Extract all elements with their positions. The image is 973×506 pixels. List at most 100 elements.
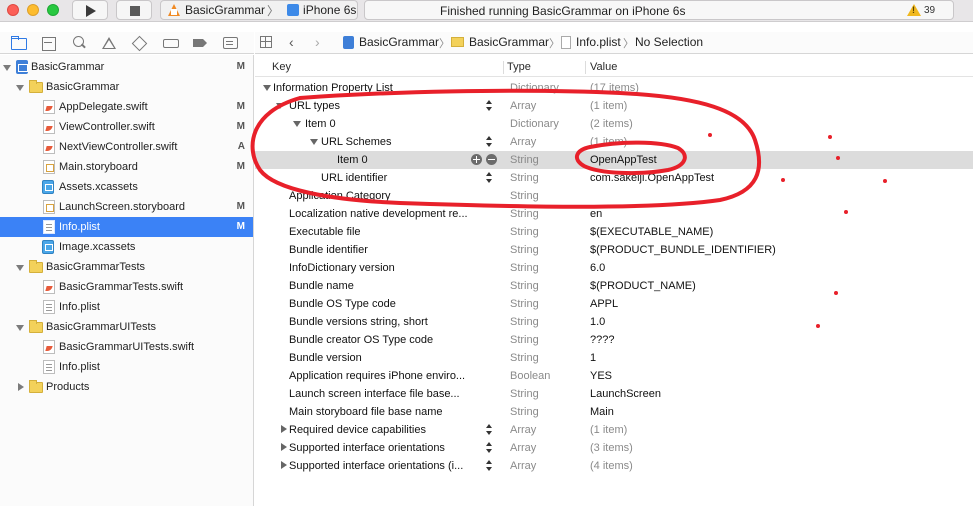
- folder-icon: [29, 380, 43, 393]
- nav-item-file[interactable]: Info.plist: [0, 297, 253, 317]
- type-stepper[interactable]: [486, 135, 492, 149]
- plist-row[interactable]: Bundle version String 1: [255, 349, 973, 367]
- nav-item-project[interactable]: BasicGrammar M: [0, 57, 253, 77]
- column-header-value[interactable]: Value: [590, 61, 617, 73]
- issue-navigator-icon[interactable]: [101, 35, 117, 51]
- column-divider[interactable]: [503, 61, 504, 74]
- column-header-key[interactable]: Key: [272, 61, 291, 73]
- column-divider[interactable]: [585, 61, 586, 74]
- assets-icon: [42, 240, 54, 254]
- nav-item-file[interactable]: Info.plist: [0, 357, 253, 377]
- close-window-button[interactable]: [7, 4, 19, 16]
- add-row-icon[interactable]: [471, 154, 482, 165]
- disclosure-closed-icon[interactable]: [279, 425, 287, 434]
- plist-key: Bundle creator OS Type code: [289, 334, 434, 346]
- plist-row[interactable]: Bundle creator OS Type code String ????: [255, 331, 973, 349]
- nav-item-file[interactable]: AppDelegate.swift M: [0, 97, 253, 117]
- plist-row[interactable]: InfoDictionary version String 6.0: [255, 259, 973, 277]
- related-items-icon[interactable]: [260, 36, 272, 48]
- disclosure-open-icon[interactable]: [276, 102, 284, 110]
- plist-row[interactable]: URL identifier String com.sakeiji.OpenAp…: [255, 169, 973, 187]
- scheme-device-label: iPhone 6s: [303, 3, 357, 17]
- nav-item-group[interactable]: BasicGrammarTests: [0, 257, 253, 277]
- test-navigator-icon[interactable]: [131, 35, 147, 51]
- report-navigator-icon[interactable]: [222, 35, 238, 51]
- nav-item-label: BasicGrammar: [46, 81, 120, 93]
- type-stepper[interactable]: [486, 423, 492, 437]
- disclosure-open-icon[interactable]: [310, 138, 318, 146]
- nav-item-group[interactable]: BasicGrammar: [0, 77, 253, 97]
- plist-row[interactable]: URL types Array (1 item): [255, 97, 973, 115]
- nav-item-file[interactable]: LaunchScreen.storyboard M: [0, 197, 253, 217]
- warning-icon[interactable]: [907, 4, 921, 16]
- type-stepper[interactable]: [486, 171, 492, 185]
- nav-item-file[interactable]: Assets.xcassets: [0, 177, 253, 197]
- plist-row-selected[interactable]: Item 0 String OpenAppTest: [255, 151, 973, 169]
- stop-button[interactable]: [116, 0, 152, 20]
- back-button[interactable]: ‹: [289, 34, 294, 50]
- plist-type: Boolean: [510, 370, 551, 382]
- disclosure-open-icon[interactable]: [16, 263, 24, 271]
- plist-row[interactable]: Main storyboard file base name String Ma…: [255, 403, 973, 421]
- type-stepper[interactable]: [486, 441, 492, 455]
- plist-row[interactable]: Supported interface orientations (i... A…: [255, 457, 973, 475]
- nav-item-file[interactable]: BasicGrammarUITests.swift: [0, 337, 253, 357]
- disclosure-closed-icon[interactable]: [16, 383, 24, 391]
- plist-row[interactable]: Information Property List Dictionary (17…: [255, 79, 973, 97]
- plist-type: String: [510, 388, 539, 400]
- plist-row[interactable]: Supported interface orientations Array (…: [255, 439, 973, 457]
- nav-item-file[interactable]: Image.xcassets: [0, 237, 253, 257]
- disclosure-open-icon[interactable]: [3, 63, 11, 71]
- nav-item-file[interactable]: ViewController.swift M: [0, 117, 253, 137]
- breadcrumb-group[interactable]: BasicGrammar: [451, 35, 549, 49]
- plist-row[interactable]: Application Category String: [255, 187, 973, 205]
- plist-row[interactable]: Application requires iPhone enviro... Bo…: [255, 367, 973, 385]
- scheme-selector[interactable]: BasicGrammar 〉 iPhone 6s: [160, 0, 358, 20]
- plist-row[interactable]: Bundle name String $(PRODUCT_NAME): [255, 277, 973, 295]
- nav-item-label: Info.plist: [59, 301, 100, 313]
- disclosure-open-icon[interactable]: [16, 323, 24, 331]
- nav-item-group[interactable]: Products: [0, 377, 253, 397]
- disclosure-closed-icon[interactable]: [279, 443, 287, 452]
- disclosure-open-icon[interactable]: [16, 83, 24, 91]
- run-button[interactable]: [72, 0, 108, 20]
- type-stepper[interactable]: [486, 99, 492, 113]
- nav-item-file-selected[interactable]: Info.plist M: [0, 217, 253, 237]
- plist-row[interactable]: Localization native development re... St…: [255, 205, 973, 223]
- nav-item-file[interactable]: Main.storyboard M: [0, 157, 253, 177]
- plist-row[interactable]: Item 0 Dictionary (2 items): [255, 115, 973, 133]
- column-header-type[interactable]: Type: [507, 61, 531, 73]
- plist-key: Bundle OS Type code: [289, 298, 396, 310]
- plist-row[interactable]: Executable file String $(EXECUTABLE_NAME…: [255, 223, 973, 241]
- plist-row[interactable]: Required device capabilities Array (1 it…: [255, 421, 973, 439]
- breadcrumb-selection[interactable]: No Selection: [635, 35, 703, 49]
- forward-button[interactable]: ›: [315, 34, 320, 50]
- nav-item-file[interactable]: BasicGrammarTests.swift: [0, 277, 253, 297]
- type-stepper[interactable]: [486, 459, 492, 473]
- warning-count[interactable]: 39: [924, 5, 935, 16]
- plist-row[interactable]: Bundle identifier String $(PRODUCT_BUNDL…: [255, 241, 973, 259]
- project-navigator-icon[interactable]: [10, 35, 27, 51]
- plist-row[interactable]: Launch screen interface file base... Str…: [255, 385, 973, 403]
- minimize-window-button[interactable]: [27, 4, 39, 16]
- zoom-window-button[interactable]: [47, 4, 59, 16]
- disclosure-open-icon[interactable]: [293, 120, 301, 128]
- nav-item-group[interactable]: BasicGrammarUITests: [0, 317, 253, 337]
- breadcrumb-file[interactable]: Info.plist: [561, 35, 621, 49]
- plist-value[interactable]: OpenAppTest: [590, 154, 657, 166]
- plist-type: Dictionary: [510, 82, 559, 94]
- remove-row-icon[interactable]: [486, 154, 497, 165]
- plist-row[interactable]: Bundle OS Type code String APPL: [255, 295, 973, 313]
- plist-row[interactable]: Bundle versions string, short String 1.0: [255, 313, 973, 331]
- symbol-navigator-icon[interactable]: [40, 35, 56, 51]
- disclosure-open-icon[interactable]: [263, 84, 271, 92]
- plist-key: Required device capabilities: [289, 424, 426, 436]
- plist-row[interactable]: URL Schemes Array (1 item): [255, 133, 973, 151]
- nav-item-file[interactable]: NextViewController.swift A: [0, 137, 253, 157]
- disclosure-closed-icon[interactable]: [279, 461, 287, 470]
- find-navigator-icon[interactable]: [71, 35, 87, 51]
- debug-navigator-icon[interactable]: [162, 35, 179, 51]
- breakpoint-navigator-icon[interactable]: [192, 35, 208, 51]
- plist-value: $(PRODUCT_NAME): [590, 280, 696, 292]
- breadcrumb-project[interactable]: BasicGrammar: [343, 35, 439, 49]
